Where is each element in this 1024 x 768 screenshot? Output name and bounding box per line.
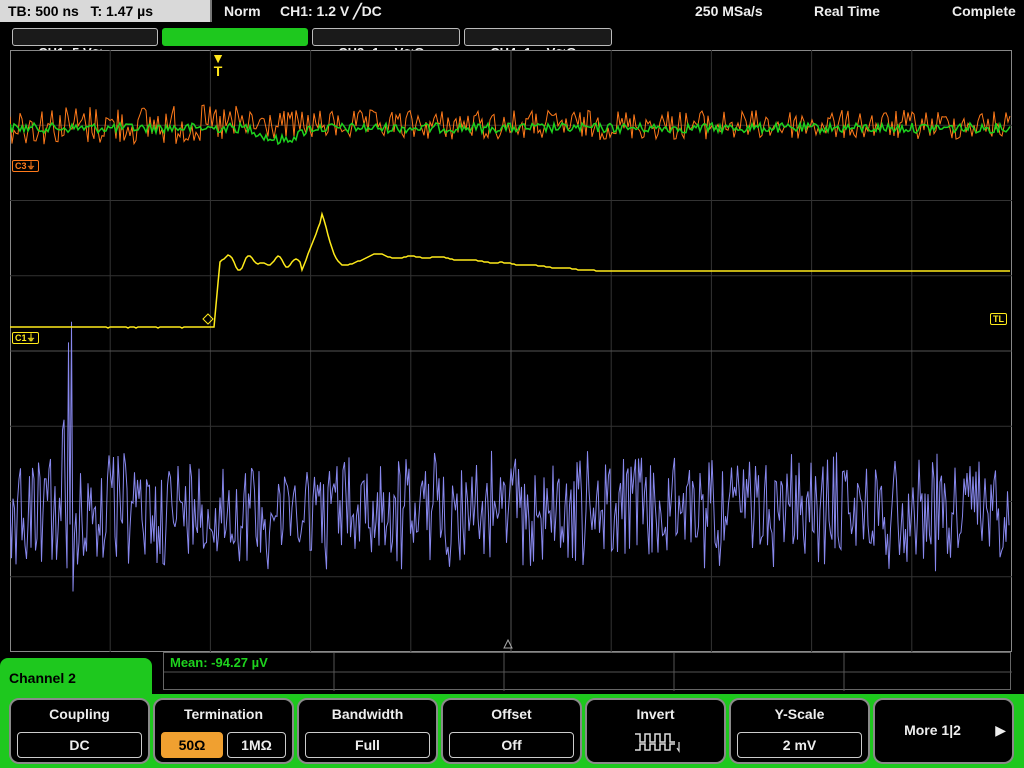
tab-ch3[interactable]: CH3: 1 mV≅Ω [312,28,460,60]
bandwidth-title: Bandwidth [331,706,404,722]
measurement-mean: Mean: -94.27 µV [170,655,268,670]
trigger-label: T [213,63,223,79]
ch3-offset-marker[interactable]: C3⏚ [12,160,39,172]
tab-ch2[interactable]: CH2: 2 mV≅Ω [162,28,308,60]
bandwidth-softkey[interactable]: Bandwidth Full [297,698,438,764]
yscale-title: Y-Scale [774,706,825,722]
trigger-level-marker[interactable]: TL [990,313,1007,325]
acquisition-mode: Real Time [814,3,880,19]
invert-waveform-icon [635,733,680,753]
waveform-svg [9,50,1012,652]
measurement-grid [164,653,1012,691]
trigger-position-marker[interactable]: ▼ T [211,51,225,79]
status-bar: TB: 500 ns T: 1.47 µs Norm CH1: 1.2 V ╱D… [0,0,1024,26]
trigger-mode[interactable]: Norm [224,3,261,19]
termination-softkey[interactable]: Termination 50Ω 1MΩ [153,698,294,764]
invert-softkey[interactable]: Invert [585,698,726,764]
offset-title: Offset [491,706,532,722]
termination-title: Termination [183,706,264,722]
bandwidth-value[interactable]: Full [305,732,430,758]
measurement-panel: Mean: -94.27 µV [163,652,1012,691]
offset-softkey[interactable]: Offset Off [441,698,582,764]
waveform-display[interactable] [9,50,1012,652]
menu-title: Channel 2 [0,658,152,698]
yscale-value[interactable]: 2 mV [737,732,862,758]
invert-title: Invert [636,706,675,722]
acquisition-status: Complete [952,3,1016,19]
ch1-offset-marker[interactable]: C1⏚ [12,332,39,344]
sample-rate: 250 MSa/s [695,3,763,19]
coupling-title: Coupling [49,706,110,722]
termination-50-ohm[interactable]: 50Ω [161,732,223,758]
timebase-readout[interactable]: TB: 500 ns T: 1.47 µs [0,0,212,22]
tab-ch1[interactable]: CH1: 5 V≅ [12,28,158,60]
coupling-softkey[interactable]: Coupling DC [9,698,150,764]
yscale-softkey[interactable]: Y-Scale 2 mV [729,698,870,764]
offset-value[interactable]: Off [449,732,574,758]
coupling-value[interactable]: DC [17,732,142,758]
more-softkey[interactable]: More 1|2 ▶ [873,698,1014,764]
tab-ch4[interactable]: CH4: 1 mV≅Ω [464,28,612,60]
termination-1m-ohm[interactable]: 1MΩ [227,732,286,758]
more-label: More 1|2 [904,722,961,738]
more-arrow-icon: ▶ [995,722,1006,738]
trigger-readout[interactable]: CH1: 1.2 V ╱DC [280,3,382,20]
